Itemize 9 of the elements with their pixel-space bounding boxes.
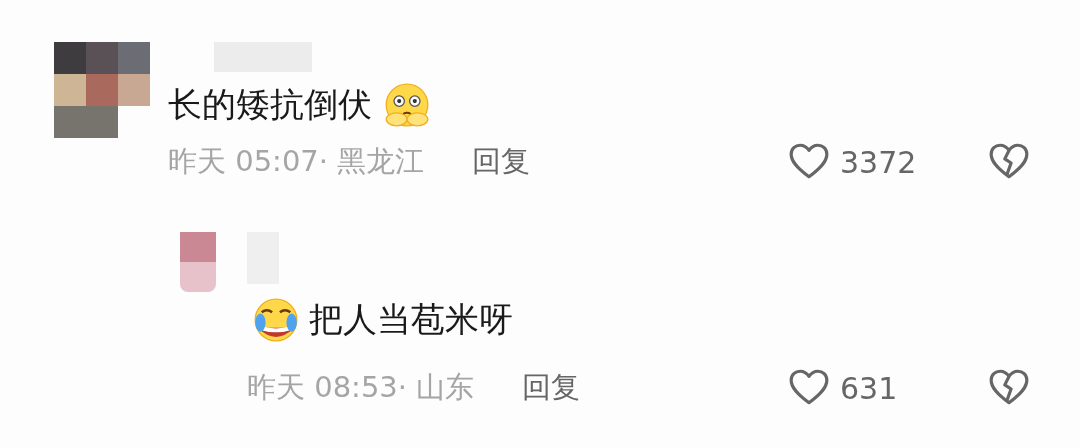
comment-text: 长的矮抗倒伏 xyxy=(168,83,372,126)
reply-button[interactable]: 回复 xyxy=(522,368,581,408)
like-count: 3372 xyxy=(840,144,917,180)
timestamp-location: 昨天 05:07· 黑龙江 xyxy=(168,143,425,180)
timestamp-location: 昨天 08:53· 山东 xyxy=(247,369,475,406)
comment-text: 把人当苞米呀 xyxy=(309,298,513,341)
reply-button[interactable]: 回复 xyxy=(472,142,531,182)
avatar xyxy=(180,232,216,292)
like-count: 631 xyxy=(840,370,898,406)
